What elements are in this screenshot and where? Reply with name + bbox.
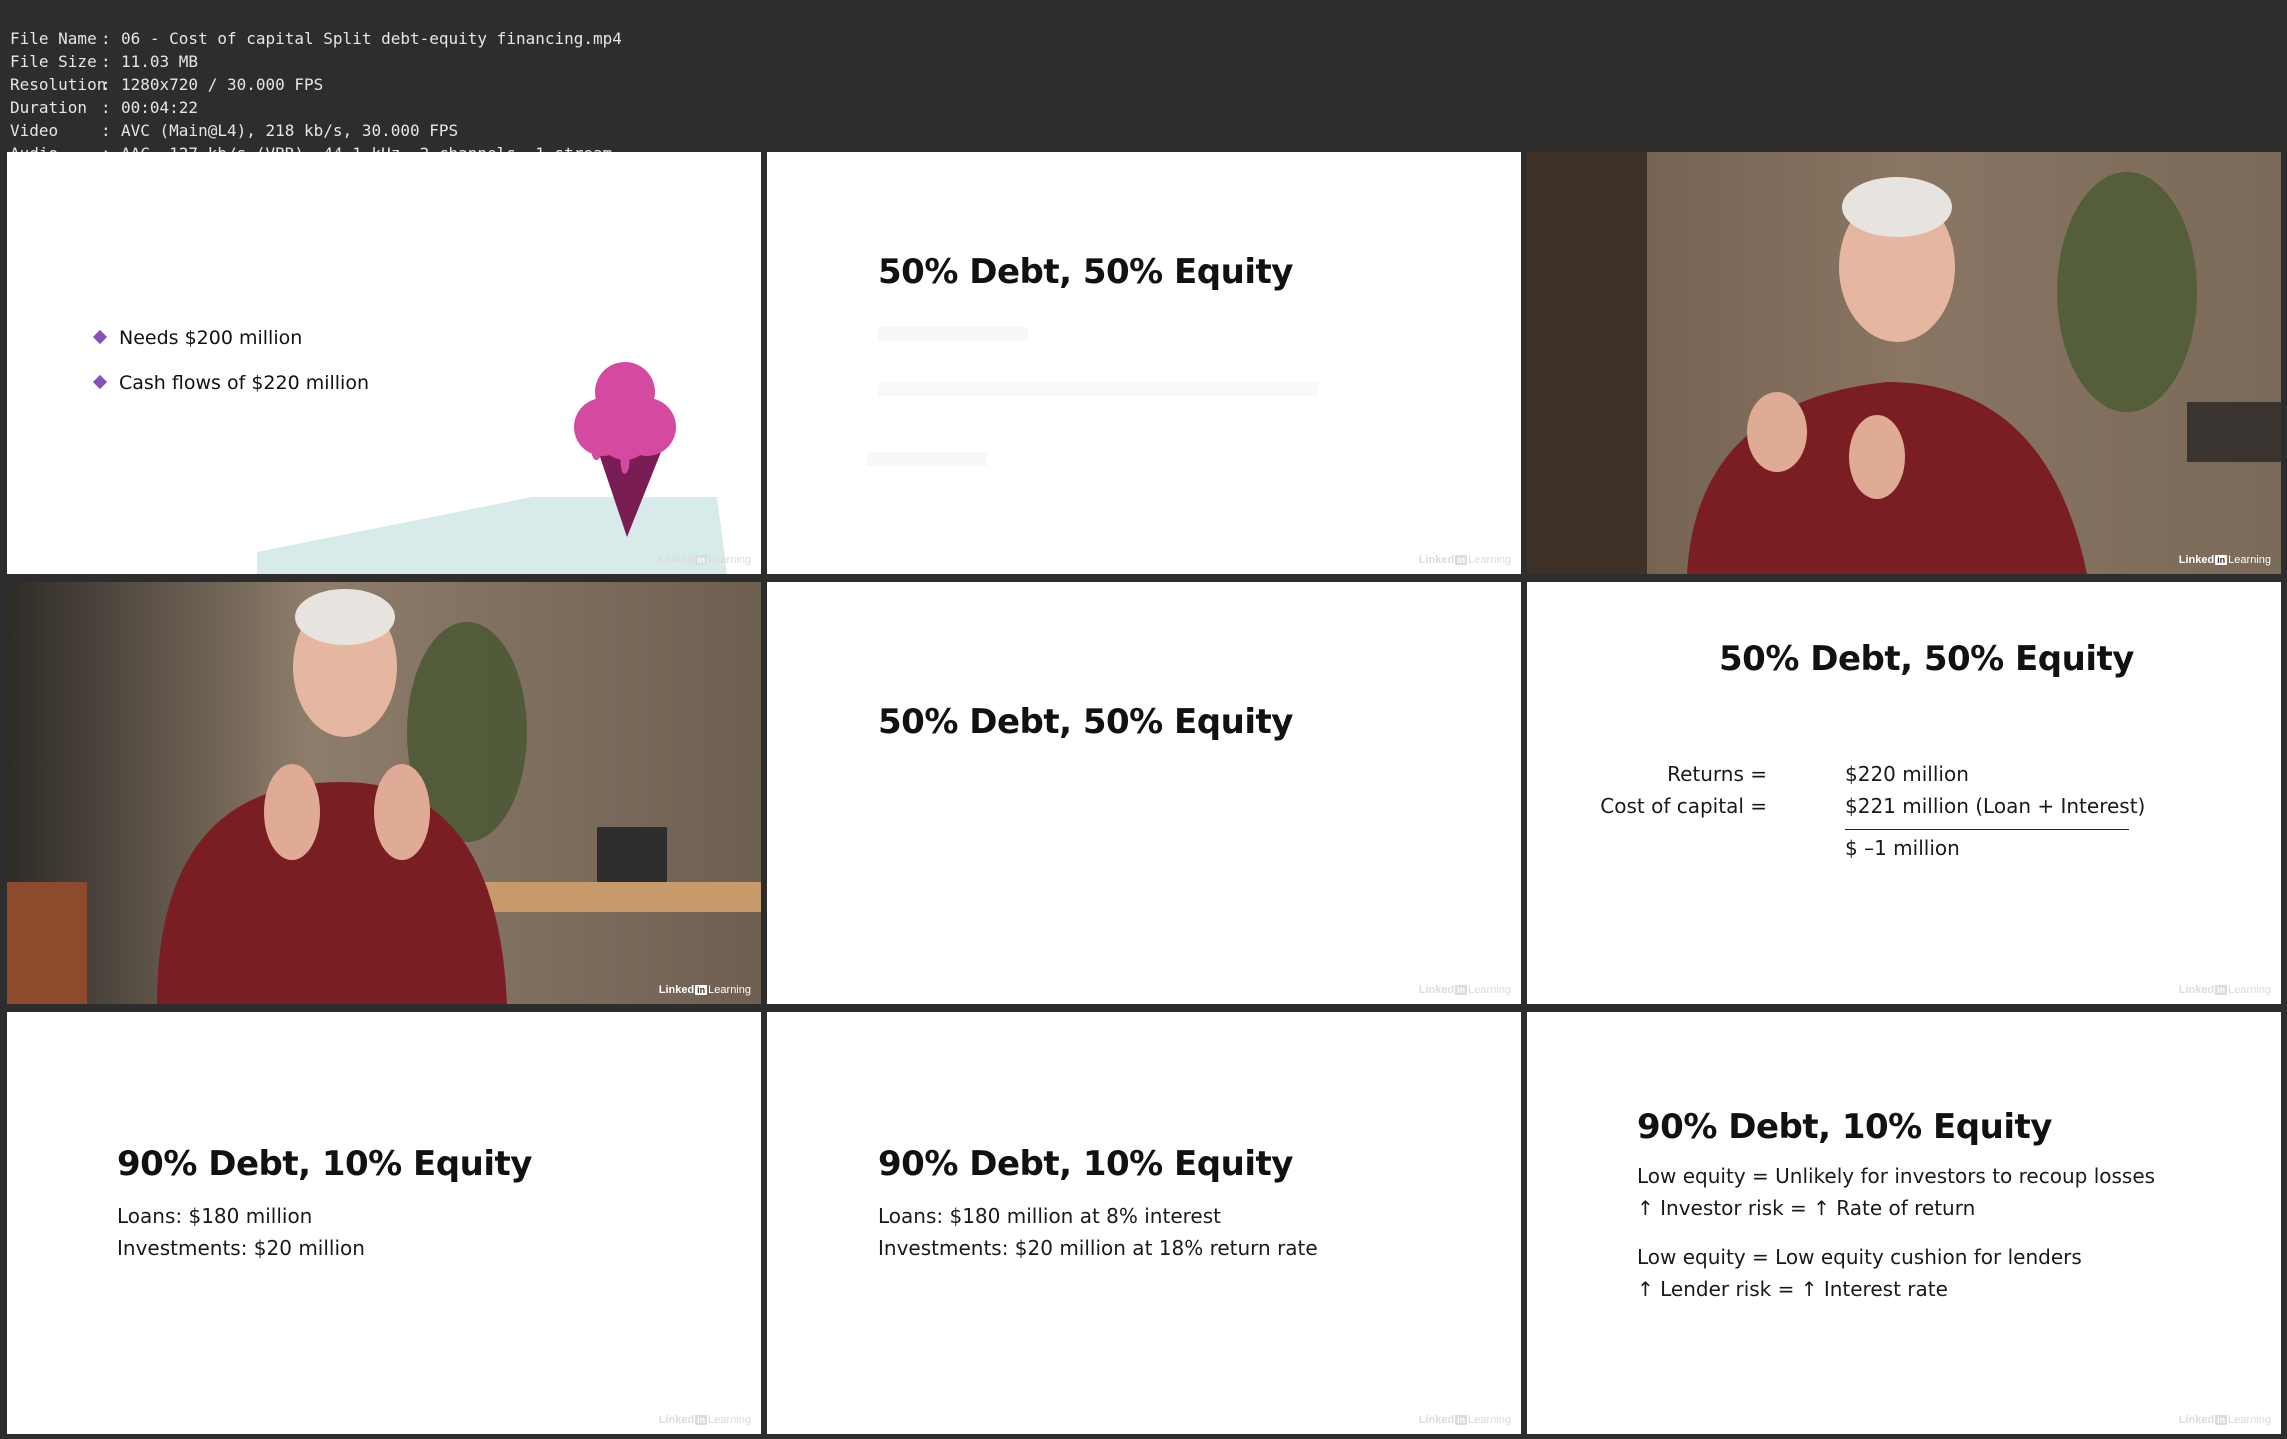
- slide-text-line: Investments: $20 million at 18% return r…: [878, 1236, 1318, 1260]
- thumbnail-4-presenter[interactable]: Linked in Learning: [7, 582, 761, 1004]
- meta-row-file-name: File Name:06 - Cost of capital Split deb…: [10, 29, 622, 48]
- faded-text: [878, 382, 1318, 396]
- meta-value: 06 - Cost of capital Split debt-equity f…: [121, 29, 622, 48]
- thumbnail-7[interactable]: 90% Debt, 10% Equity Loans: $180 million…: [7, 1012, 761, 1434]
- thumbnail-1[interactable]: Needs $200 million Cash flows of $220 mi…: [7, 152, 761, 574]
- returns-label: Returns =: [1667, 762, 1767, 786]
- slide-title: 50% Debt, 50% Equity: [1719, 639, 2134, 679]
- meta-value: AVC (Main@L4), 218 kb/s, 30.000 FPS: [121, 121, 459, 140]
- meta-row-resolution: Resolution:1280x720 / 30.000 FPS: [10, 75, 324, 94]
- linkedin-learning-watermark: Linked in Learning: [658, 1414, 751, 1426]
- linkedin-learning-watermark: Linked in Learning: [658, 984, 751, 996]
- returns-value: $220 million: [1845, 762, 1969, 786]
- linkedin-learning-watermark: Linked in Learning: [2178, 984, 2271, 996]
- meta-value: 1280x720 / 30.000 FPS: [121, 75, 324, 94]
- slide-text-line: Low equity = Low equity cushion for lend…: [1637, 1245, 2082, 1269]
- meta-value: 11.03 MB: [121, 52, 199, 71]
- cost-label: Cost of capital =: [1600, 794, 1767, 818]
- thumbnail-6[interactable]: 50% Debt, 50% Equity Returns = $220 mill…: [1527, 582, 2281, 1004]
- meta-row-file-size: File Size:11.03 MB: [10, 52, 199, 71]
- thumbnail-3-presenter[interactable]: Linked in Learning: [1527, 152, 2281, 574]
- ice-cream-illustration: [257, 362, 727, 574]
- meta-value: 00:04:22: [121, 98, 199, 117]
- meta-row-video: Video: AVC (Main@L4), 218 kb/s, 30.000 FP…: [10, 121, 459, 140]
- slide-text-line: ↑ Investor risk = ↑ Rate of return: [1637, 1196, 1976, 1220]
- thumbnail-5[interactable]: 50% Debt, 50% Equity Linked in Learning: [767, 582, 1521, 1004]
- thumbnail-9[interactable]: 90% Debt, 10% Equity Low equity = Unlike…: [1527, 1012, 2281, 1434]
- result-value: $ –1 million: [1845, 836, 1960, 860]
- slide-title: 50% Debt, 50% Equity: [878, 252, 1293, 292]
- slide-text-line: Low equity = Unlikely for investors to r…: [1637, 1164, 2156, 1188]
- faded-text: [878, 327, 1028, 341]
- linkedin-learning-watermark: Linked in Learning: [1418, 984, 1511, 996]
- presenter-video-frame: [1527, 152, 2281, 574]
- linkedin-learning-watermark: Linked in Learning: [1418, 554, 1511, 566]
- linkedin-learning-watermark: Linked in Learning: [2178, 1414, 2271, 1426]
- presenter-video-frame: [7, 582, 761, 1004]
- thumbnail-2[interactable]: 50% Debt, 50% Equity Linked in Learning: [767, 152, 1521, 574]
- thumbnail-8[interactable]: 90% Debt, 10% Equity Loans: $180 million…: [767, 1012, 1521, 1434]
- slide-text-line: ↑ Lender risk = ↑ Interest rate: [1637, 1277, 1948, 1301]
- file-info-header: File Name:06 - Cost of capital Split deb…: [0, 0, 2287, 163]
- ground-shape: [257, 497, 727, 574]
- slide-text-line: Loans: $180 million at 8% interest: [878, 1204, 1221, 1228]
- slide-title: 90% Debt, 10% Equity: [117, 1144, 532, 1184]
- faded-text: [867, 452, 987, 466]
- linkedin-learning-watermark: Linked in Learning: [658, 554, 751, 566]
- slide-title: 50% Debt, 50% Equity: [878, 702, 1293, 742]
- cost-value: $221 million (Loan + Interest): [1845, 794, 2146, 818]
- slide-text-line: Loans: $180 million: [117, 1204, 313, 1228]
- sum-divider: [1845, 829, 2129, 830]
- meta-row-duration: Duration:00:04:22: [10, 98, 199, 117]
- meta-row-audio: Audio:AAC, 127 kb/s (VBR), 44.1 kHz, 2 c…: [10, 119, 612, 163]
- linkedin-learning-watermark: Linked in Learning: [1418, 1414, 1511, 1426]
- slide-title: 90% Debt, 10% Equity: [878, 1144, 1293, 1184]
- linkedin-learning-watermark: Linked in Learning: [2178, 554, 2271, 566]
- slide-text-line: Investments: $20 million: [117, 1236, 365, 1260]
- slide-title: 90% Debt, 10% Equity: [1637, 1107, 2052, 1147]
